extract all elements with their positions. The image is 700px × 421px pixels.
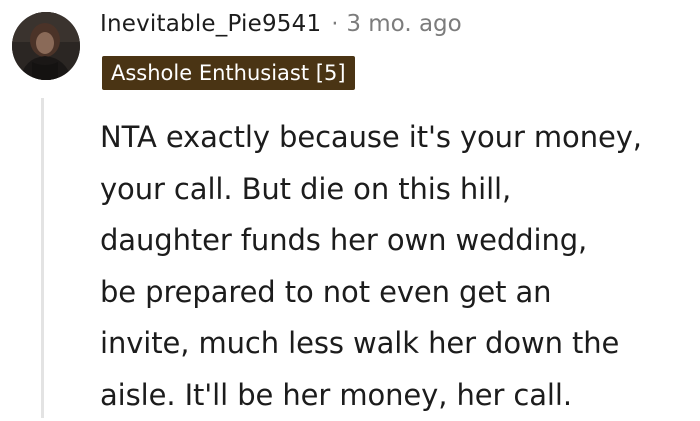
username-link[interactable]: Inevitable_Pie9541 [100,11,321,37]
comment: Inevitable_Pie9541 · 3 mo. ago Asshole E… [0,0,700,421]
comment-body-line: aisle. It'll be her money, her call. [100,377,572,412]
thread-line[interactable] [41,98,44,418]
comment-meta: Inevitable_Pie9541 · 3 mo. ago [100,6,462,42]
comment-body-line: be prepared to not even get an [100,274,552,309]
user-flair-badge: Asshole Enthusiast [5] [102,56,355,90]
timestamp[interactable]: 3 mo. ago [346,11,461,37]
comment-body-line: your call. But die on this hill, [100,171,512,206]
comment-body: NTA exactly because it's your money, you… [100,112,698,421]
comment-body-line: invite, much less walk her down the [100,326,620,360]
comment-body-line: NTA exactly because it's your money, [100,120,642,154]
user-avatar[interactable] [12,12,80,80]
comment-body-line: daughter funds her own wedding, [100,223,588,257]
avatar-image [12,12,80,80]
meta-separator: · [331,11,339,37]
